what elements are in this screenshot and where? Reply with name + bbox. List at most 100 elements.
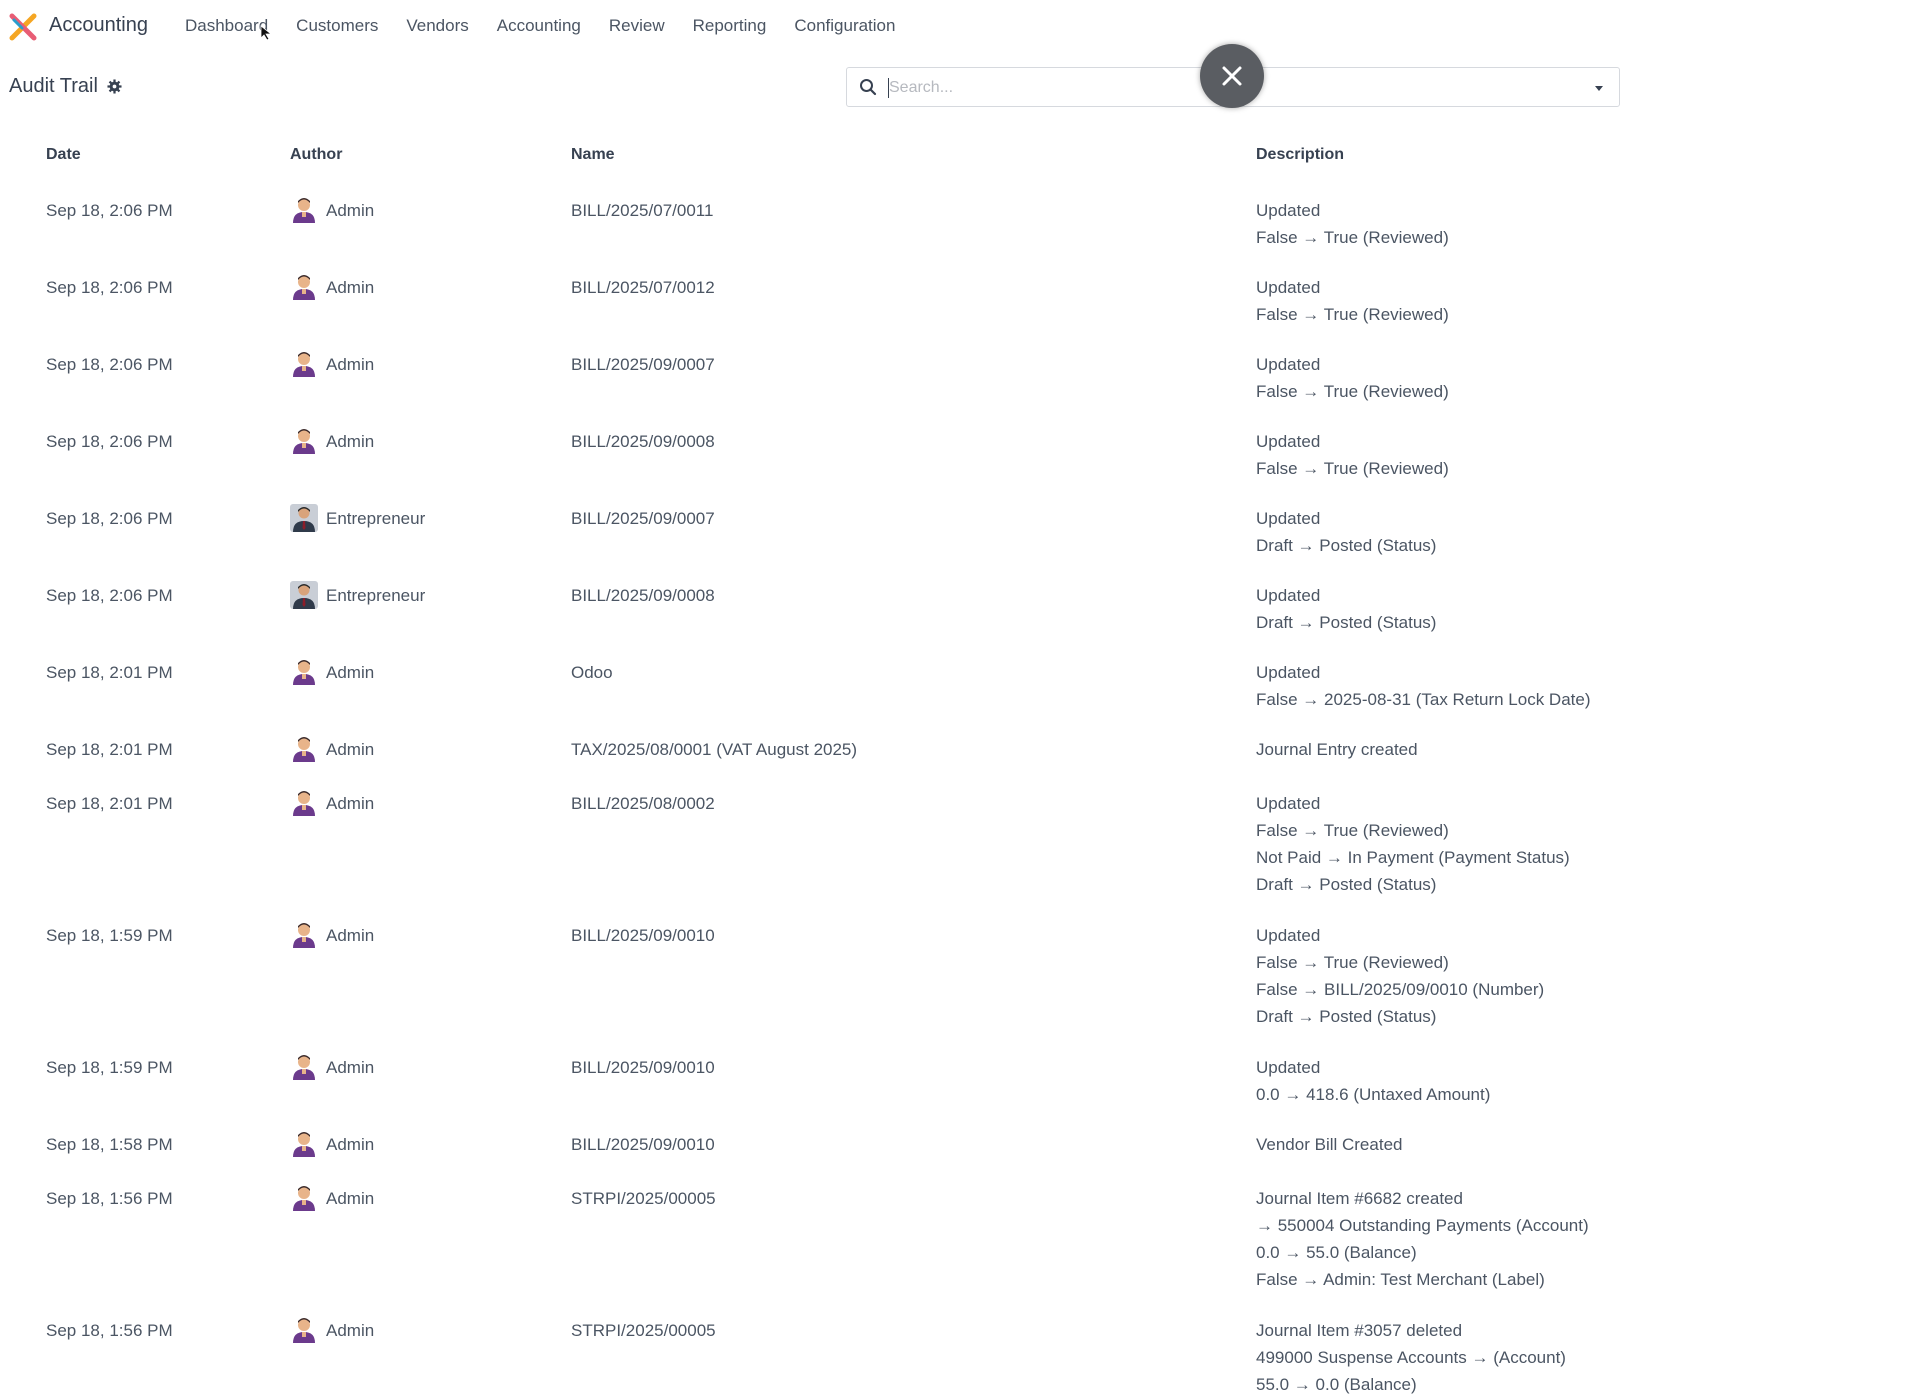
cell-date: Sep 18, 2:01 PM bbox=[46, 663, 173, 682]
column-header-description[interactable]: Description bbox=[1256, 146, 1344, 164]
description-line: False → True (Reviewed) bbox=[1256, 305, 1449, 324]
avatar bbox=[290, 196, 318, 224]
close-button[interactable] bbox=[1200, 44, 1264, 108]
description-line: Not Paid → In Payment (Payment Status) bbox=[1256, 848, 1570, 867]
cell-description: Updated False → True (Reviewed) bbox=[1256, 274, 1449, 328]
accounting-app-icon[interactable] bbox=[8, 12, 38, 42]
cell-description: Updated False → True (Reviewed) bbox=[1256, 351, 1449, 405]
description-line: False → BILL/2025/09/0010 (Number) bbox=[1256, 980, 1545, 999]
cell-date: Sep 18, 2:06 PM bbox=[46, 432, 173, 451]
cell-date: Sep 18, 1:56 PM bbox=[46, 1321, 173, 1340]
author-name: Admin bbox=[326, 1188, 375, 1208]
author-name: Admin bbox=[326, 925, 375, 945]
cell-description: Updated 0.0 → 418.6 (Untaxed Amount) bbox=[1256, 1054, 1490, 1108]
caret-down-icon[interactable] bbox=[1589, 78, 1609, 98]
description-line: Updated bbox=[1256, 926, 1321, 945]
menu-item-configuration[interactable]: Configuration bbox=[794, 16, 895, 36]
cell-author: Admin bbox=[290, 196, 374, 224]
menu-item-vendors[interactable]: Vendors bbox=[406, 16, 468, 36]
menu-item-dashboard[interactable]: Dashboard bbox=[185, 16, 268, 36]
top-navbar: Accounting Dashboard Customers Vendors A… bbox=[0, 0, 1920, 52]
cell-date: Sep 18, 2:06 PM bbox=[46, 355, 173, 374]
author-name: Admin bbox=[326, 1134, 375, 1154]
gear-icon[interactable] bbox=[107, 79, 122, 94]
menu-item-accounting[interactable]: Accounting bbox=[497, 16, 581, 36]
cell-description: Updated Draft → Posted (Status) bbox=[1256, 505, 1436, 559]
author-name: Admin bbox=[326, 200, 375, 220]
avatar bbox=[290, 789, 318, 817]
cell-name: BILL/2025/09/0010 bbox=[571, 926, 715, 945]
author-name: Admin bbox=[326, 354, 375, 374]
cell-date: Sep 18, 2:06 PM bbox=[46, 586, 173, 605]
menu-item-review[interactable]: Review bbox=[609, 16, 665, 36]
mouse-cursor-icon bbox=[260, 25, 273, 41]
description-line: Vendor Bill Created bbox=[1256, 1135, 1403, 1154]
description-line: Draft → Posted (Status) bbox=[1256, 1007, 1437, 1026]
breadcrumb-audit-trail: Audit Trail bbox=[9, 75, 98, 97]
description-line: Journal Item #6682 created bbox=[1256, 1189, 1463, 1208]
cell-description: Journal Item #3057 deleted 499000 Suspens… bbox=[1256, 1317, 1566, 1398]
app-name[interactable]: Accounting bbox=[49, 14, 148, 37]
avatar bbox=[290, 1316, 318, 1344]
cell-description: Journal Entry created bbox=[1256, 736, 1418, 763]
cell-name: BILL/2025/09/0007 bbox=[571, 509, 715, 528]
cell-author: Admin bbox=[290, 1316, 374, 1344]
avatar bbox=[290, 1053, 318, 1081]
cell-date: Sep 18, 2:06 PM bbox=[46, 201, 173, 220]
avatar bbox=[290, 921, 318, 949]
cell-name: Odoo bbox=[571, 663, 613, 682]
cell-description: Updated Draft → Posted (Status) bbox=[1256, 582, 1436, 636]
description-line: Updated bbox=[1256, 432, 1321, 451]
cell-name: STRPI/2025/00005 bbox=[571, 1321, 716, 1340]
description-line: False → True (Reviewed) bbox=[1256, 459, 1449, 478]
author-name: Admin bbox=[326, 793, 375, 813]
menu-item-reporting[interactable]: Reporting bbox=[693, 16, 767, 36]
cell-author: Admin bbox=[290, 658, 374, 686]
cell-date: Sep 18, 2:01 PM bbox=[46, 740, 173, 759]
search-icon bbox=[860, 79, 877, 96]
cell-name: BILL/2025/09/0008 bbox=[571, 432, 715, 451]
description-line: Updated bbox=[1256, 586, 1321, 605]
cell-description: Updated False → True (Reviewed) Not Paid →… bbox=[1256, 790, 1570, 898]
column-header-date[interactable]: Date bbox=[46, 146, 81, 164]
description-line: False → 2025-08-31 (Tax Return Lock Date… bbox=[1256, 690, 1591, 709]
column-header-name[interactable]: Name bbox=[571, 146, 615, 164]
description-line: False → True (Reviewed) bbox=[1256, 953, 1449, 972]
author-name: Admin bbox=[326, 431, 375, 451]
menu-item-customers[interactable]: Customers bbox=[296, 16, 378, 36]
author-name: Admin bbox=[326, 277, 375, 297]
description-line: False → True (Reviewed) bbox=[1256, 821, 1449, 840]
cell-name: BILL/2025/07/0011 bbox=[571, 201, 714, 220]
description-line: Draft → Posted (Status) bbox=[1256, 536, 1437, 555]
cell-name: BILL/2025/07/0012 bbox=[571, 278, 715, 297]
cell-date: Sep 18, 1:56 PM bbox=[46, 1189, 173, 1208]
description-line: False → Admin: Test Merchant (Label) bbox=[1256, 1270, 1545, 1289]
description-line: Draft → Posted (Status) bbox=[1256, 875, 1437, 894]
cell-author: Admin bbox=[290, 350, 374, 378]
cell-author: Admin bbox=[290, 789, 374, 817]
cell-date: Sep 18, 1:59 PM bbox=[46, 926, 173, 945]
cell-description: Updated False → True (Reviewed) bbox=[1256, 428, 1449, 482]
cell-name: BILL/2025/09/0010 bbox=[571, 1135, 715, 1154]
cell-author: Admin bbox=[290, 1130, 374, 1158]
close-icon bbox=[1222, 66, 1242, 86]
cell-name: STRPI/2025/00005 bbox=[571, 1189, 716, 1208]
description-line: Updated bbox=[1256, 794, 1321, 813]
cell-name: BILL/2025/09/0008 bbox=[571, 586, 715, 605]
column-header-author[interactable]: Author bbox=[290, 146, 342, 164]
description-line: Draft → Posted (Status) bbox=[1256, 613, 1437, 632]
avatar bbox=[290, 658, 318, 686]
page-title: Audit Trail bbox=[9, 75, 122, 98]
cell-author: Admin bbox=[290, 1184, 374, 1212]
avatar bbox=[290, 581, 318, 609]
cell-date: Sep 18, 2:01 PM bbox=[46, 794, 173, 813]
author-name: Admin bbox=[326, 1320, 375, 1340]
cell-date: Sep 18, 2:06 PM bbox=[46, 278, 173, 297]
search-input[interactable] bbox=[887, 74, 1191, 102]
cell-author: Entrepreneur bbox=[290, 504, 425, 532]
text-caret bbox=[888, 78, 889, 98]
cell-date: Sep 18, 2:06 PM bbox=[46, 509, 173, 528]
description-line: Updated bbox=[1256, 1058, 1321, 1077]
description-line: 0.0 → 55.0 (Balance) bbox=[1256, 1243, 1417, 1262]
description-line: False → True (Reviewed) bbox=[1256, 228, 1449, 247]
